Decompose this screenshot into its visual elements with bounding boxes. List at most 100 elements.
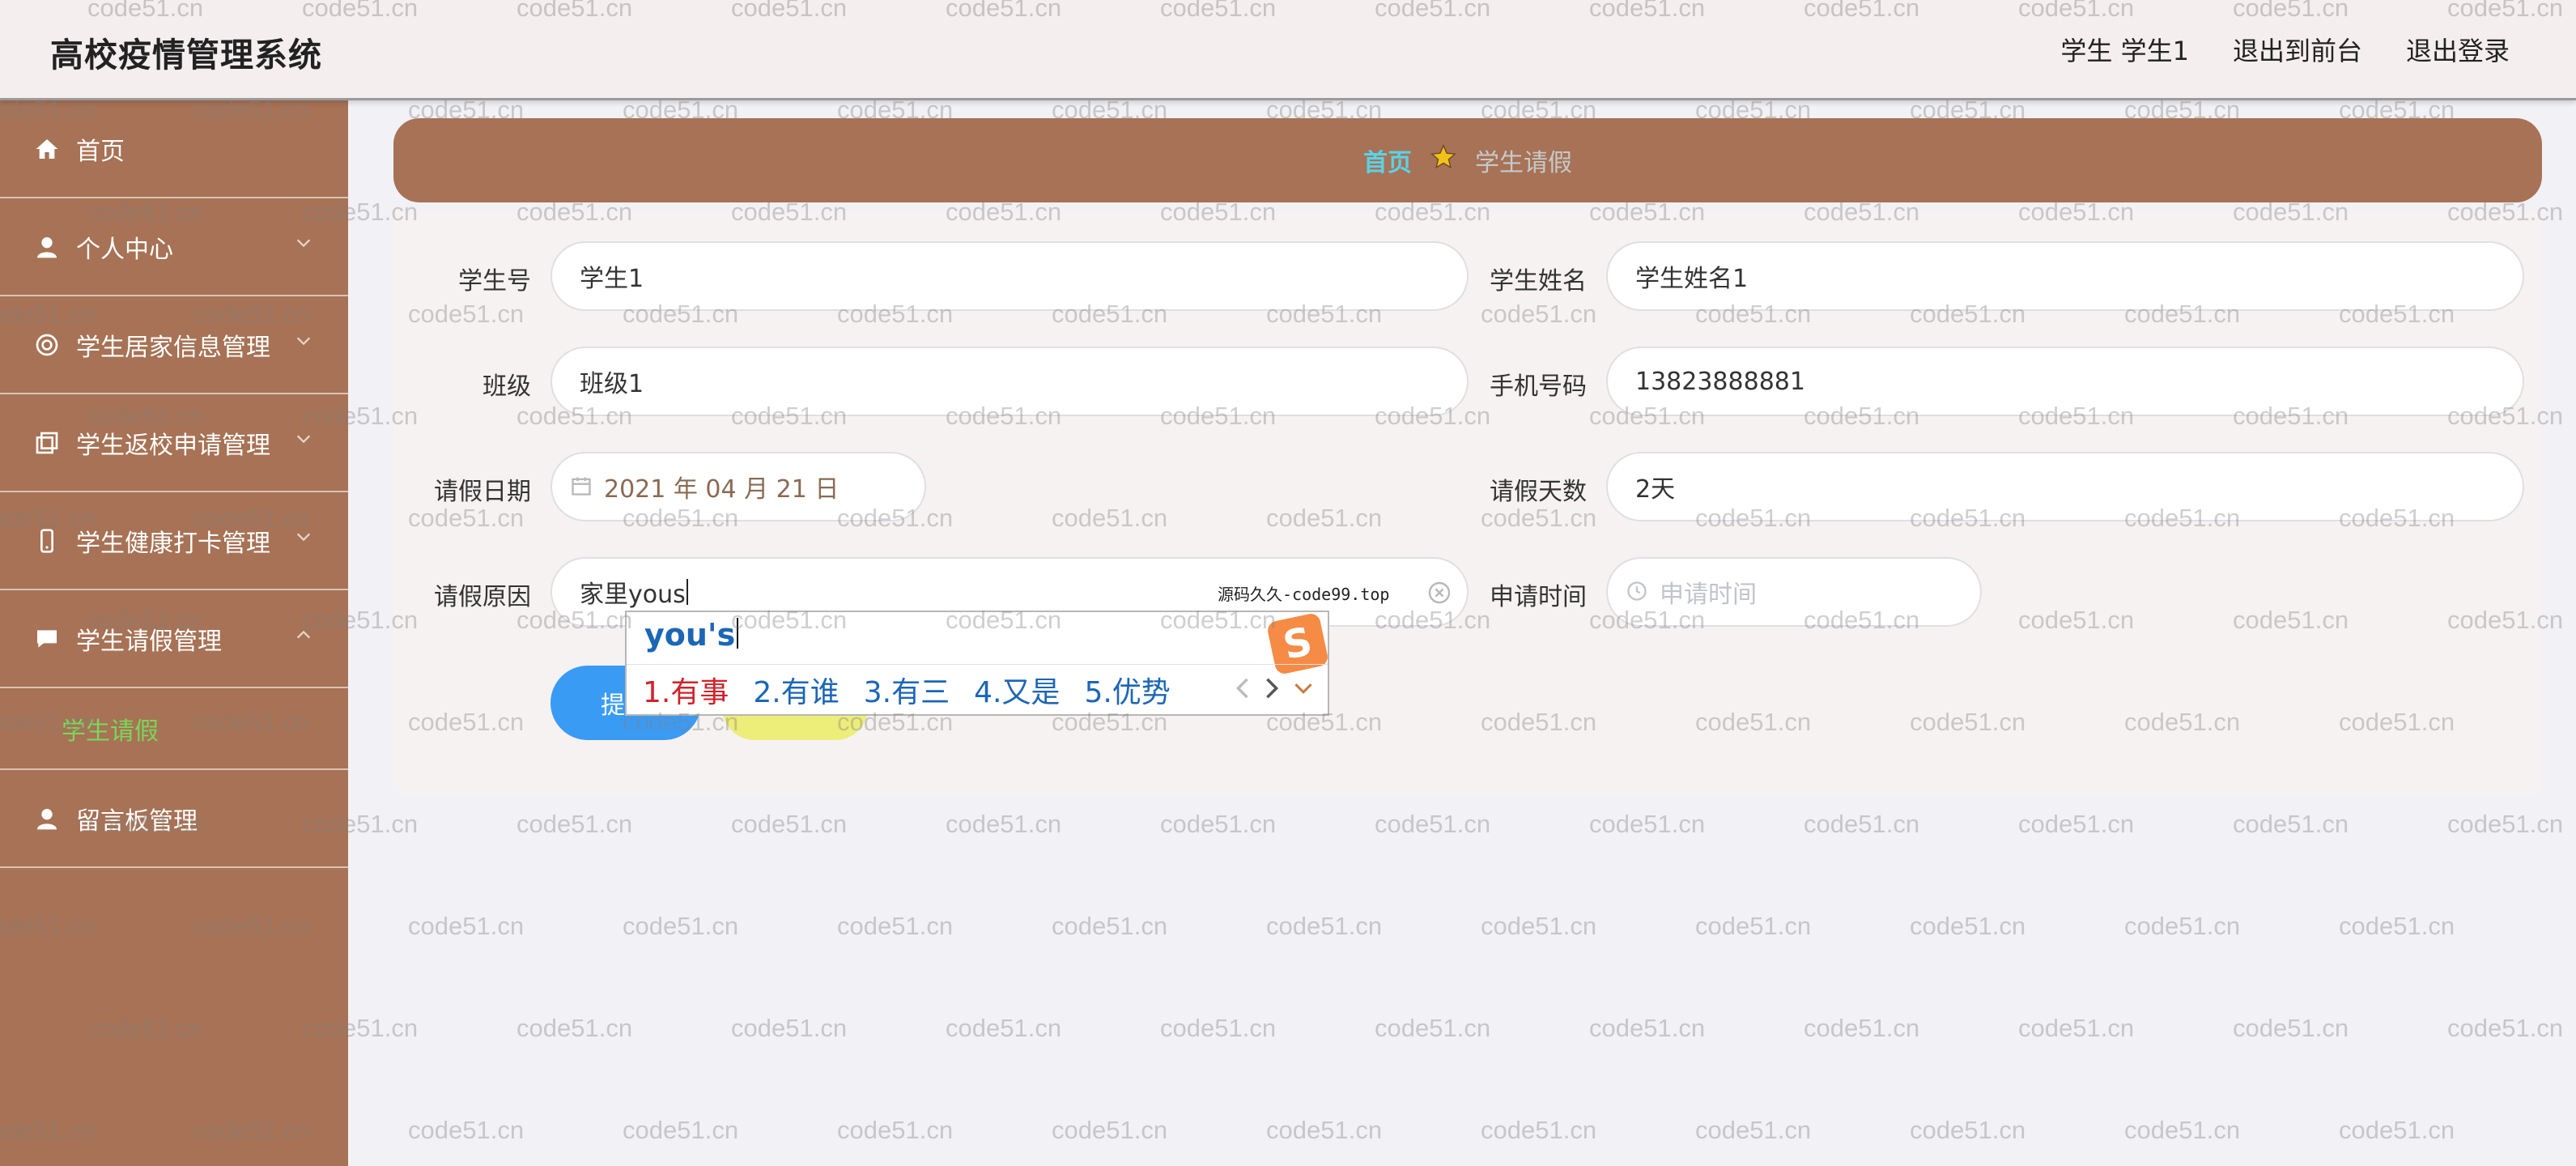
sidebar-item-label: 学生请假管理	[76, 627, 222, 656]
leave-date-value: 2021 年 04 月 21 日	[604, 475, 840, 504]
watermark-text: code51.cn	[2339, 912, 2455, 940]
chevron-down-icon[interactable]	[1294, 680, 1313, 696]
ime-candidate[interactable]: 2.有谁	[753, 669, 839, 711]
ime-caret	[737, 618, 739, 649]
class-value: 班级1	[580, 370, 644, 398]
watermark-text: code51.cn	[1910, 1116, 2026, 1144]
watermark-text: code51.cn	[516, 1014, 633, 1042]
watermark-text: code51.cn	[1266, 1116, 1383, 1144]
sidebar-item-label: 个人中心	[76, 235, 173, 264]
front-site-link[interactable]: 退出到前台	[2233, 31, 2362, 68]
leave-days-field[interactable]: 2天	[1606, 452, 2524, 521]
watermark-text: code51.cn	[837, 1116, 954, 1144]
watermark-text: code51.cn	[623, 1116, 739, 1144]
sidebar-item-label: 学生健康打卡管理	[76, 529, 270, 558]
chevron-right-icon[interactable]	[1265, 677, 1279, 700]
phone-value: 13823888881	[1635, 367, 1805, 396]
star-icon	[1430, 143, 1457, 177]
phone-icon	[32, 526, 62, 555]
leave-days-label: 请假天数	[1490, 478, 1587, 506]
student-name-label: 学生姓名	[1490, 267, 1587, 296]
student-no-field[interactable]: 学生1	[550, 241, 1469, 311]
breadcrumb: 首页 学生请假	[393, 118, 2542, 202]
student-name-field[interactable]: 学生姓名1	[1606, 241, 2524, 311]
calendar-icon	[570, 474, 594, 499]
ime-candidate[interactable]: 3.有三	[864, 669, 950, 711]
top-header: 高校疫情管理系统 学生 学生1 退出到前台 退出登录	[0, 0, 2576, 100]
student-no-label: 学生号	[458, 267, 531, 296]
copy-icon	[32, 428, 62, 457]
sidebar-item-leave-management[interactable]: 学生请假管理	[0, 590, 348, 688]
watermark-text: code51.cn	[1375, 810, 1491, 838]
sidebar-item-personal-center[interactable]: 个人中心	[0, 198, 348, 296]
watermark-text: code51.cn	[1481, 1116, 1597, 1144]
watermark-text: code51.cn	[1481, 912, 1597, 940]
phone-field[interactable]: 13823888881	[1606, 347, 2524, 416]
chevron-down-icon	[296, 337, 311, 346]
watermark-text: code51.cn	[2233, 1014, 2349, 1042]
logout-link[interactable]: 退出登录	[2406, 31, 2510, 68]
sidebar-item-label: 学生返校申请管理	[76, 431, 270, 460]
ime-candidate[interactable]: 5.优势	[1084, 669, 1170, 711]
phone-label: 手机号码	[1490, 372, 1587, 401]
class-label: 班级	[482, 372, 531, 401]
leave-date-picker[interactable]: 2021 年 04 月 21 日	[550, 452, 926, 521]
leave-days-value: 2天	[1635, 475, 1676, 504]
sidebar-subitem-student-leave[interactable]: 学生请假	[0, 688, 348, 770]
watermark-text: code51.cn	[731, 1014, 848, 1042]
ime-composition-text: you's	[644, 617, 736, 653]
user-icon	[32, 232, 62, 262]
watermark-text: code51.cn	[1160, 810, 1277, 838]
sidebar-item-return-application[interactable]: 学生返校申请管理	[0, 394, 348, 492]
ime-candidate[interactable]: 1.有事	[643, 669, 729, 711]
ime-divider	[627, 664, 1328, 665]
watermark-text: code51.cn	[2124, 1116, 2241, 1144]
watermark-text: code51.cn	[2447, 1014, 2564, 1042]
sidebar-item-label: 学生居家信息管理	[76, 333, 270, 362]
watermark-text: code51.cn	[516, 810, 633, 838]
breadcrumb-current: 学生请假	[1475, 149, 1572, 177]
top-links: 学生 学生1 退出到前台 退出登录	[2060, 31, 2510, 68]
current-user-label: 学生 学生1	[2060, 36, 2189, 66]
watermark-text: code51.cn	[2339, 1116, 2455, 1144]
chevron-down-icon	[296, 239, 311, 248]
ime-logo-icon: S	[1265, 611, 1330, 676]
apply-time-picker[interactable]: 申请时间	[1606, 557, 1982, 627]
class-field[interactable]: 班级1	[550, 347, 1469, 416]
sidebar-item-message-board[interactable]: 留言板管理	[0, 770, 348, 868]
watermark-text: code51.cn	[2233, 810, 2349, 838]
chevron-down-icon	[296, 533, 311, 542]
ime-composition: you's	[644, 617, 739, 653]
watermark-text: code51.cn	[1052, 912, 1168, 940]
ime-candidate-popup: you's S 1.有事 2.有谁 3.有三 4.又是 5.优势	[625, 611, 1330, 716]
watermark-text: code51.cn	[946, 1014, 1062, 1042]
sidebar-item-home[interactable]: 首页	[0, 100, 348, 198]
watermark-text: code51.cn	[1589, 1014, 1706, 1042]
apply-time-placeholder: 申请时间	[1660, 581, 1757, 609]
sidebar-item-label: 留言板管理	[76, 806, 198, 836]
ime-nav	[1235, 677, 1313, 700]
clock-icon	[1626, 580, 1650, 604]
ime-candidate[interactable]: 4.又是	[974, 669, 1060, 711]
circle-icon	[32, 330, 62, 360]
sidebar-item-home-info[interactable]: 学生居家信息管理	[0, 296, 348, 394]
watermark-text: code51.cn	[946, 810, 1062, 838]
watermark-text: code51.cn	[2447, 810, 2564, 838]
watermark-text: code51.cn	[1804, 810, 1920, 838]
chevron-left-icon[interactable]	[1235, 677, 1250, 700]
watermark-text: code51.cn	[408, 912, 525, 940]
watermark-text: code51.cn	[1160, 1014, 1277, 1042]
chat-icon	[32, 624, 62, 653]
leave-date-label: 请假日期	[434, 478, 531, 506]
breadcrumb-home[interactable]: 首页	[1363, 143, 1412, 178]
user-icon	[32, 804, 62, 833]
watermark-text: code51.cn	[1695, 1116, 1812, 1144]
student-no-value: 学生1	[580, 265, 644, 293]
text-caret	[686, 579, 688, 605]
watermark-text: code51.cn	[2124, 912, 2241, 940]
sidebar-item-health-checkin[interactable]: 学生健康打卡管理	[0, 492, 348, 590]
leave-reason-label: 请假原因	[434, 583, 531, 611]
watermark-text: code51.cn	[1589, 810, 1706, 838]
watermark-text: code51.cn	[623, 912, 739, 940]
leave-reason-value: 家里yous	[580, 581, 686, 609]
